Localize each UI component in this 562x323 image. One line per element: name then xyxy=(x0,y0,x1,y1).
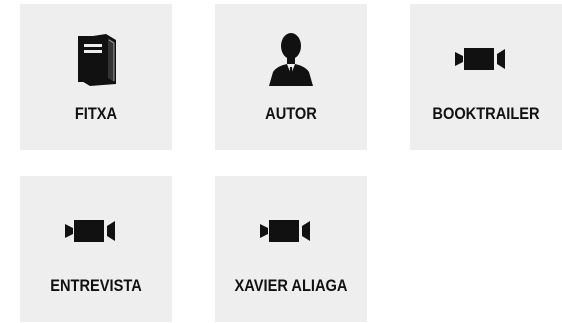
tile-label: XAVIER ALIAGA xyxy=(234,276,348,295)
tile-autor[interactable]: AUTOR xyxy=(215,4,367,150)
video-camera-icon xyxy=(215,200,367,260)
book-icon xyxy=(20,28,172,88)
tile-label: FITXA xyxy=(74,104,118,123)
tile-xavier-aliaga[interactable]: XAVIER ALIAGA xyxy=(215,176,367,322)
tile-booktrailer[interactable]: BOOKTRAILER xyxy=(410,4,562,150)
tile-label: ENTREVISTA xyxy=(50,276,142,295)
video-camera-icon xyxy=(20,200,172,260)
tile-fitxa[interactable]: FITXA xyxy=(20,4,172,150)
tile-entrevista[interactable]: ENTREVISTA xyxy=(20,176,172,322)
person-icon xyxy=(215,28,367,88)
video-camera-icon xyxy=(410,28,562,88)
tile-label: BOOKTRAILER xyxy=(432,104,540,123)
tile-label: AUTOR xyxy=(265,104,317,123)
